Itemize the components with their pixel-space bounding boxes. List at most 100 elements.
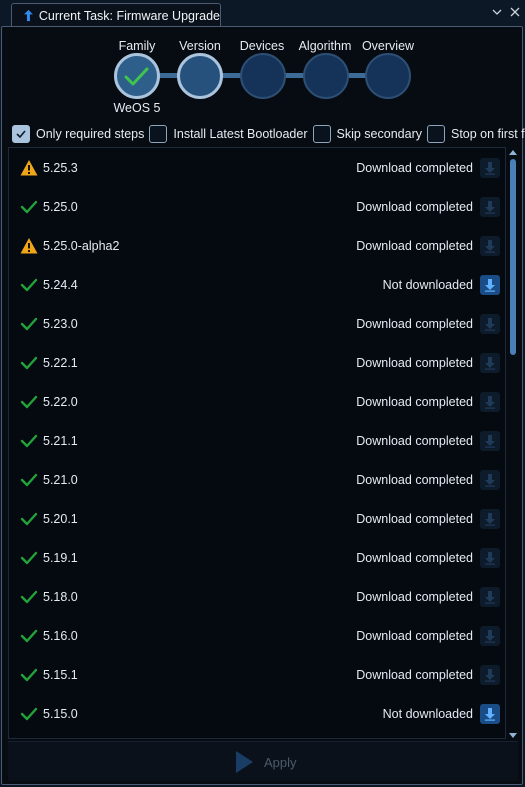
- step-version[interactable]: [177, 53, 223, 99]
- download-button[interactable]: [480, 626, 500, 646]
- apply-button[interactable]: Apply: [234, 750, 297, 774]
- download-button[interactable]: [480, 353, 500, 373]
- option-skip-secondary[interactable]: Skip secondary: [312, 125, 422, 143]
- checkmark-icon: [20, 627, 38, 645]
- version-row[interactable]: 5.25.0 Download completed: [9, 188, 505, 227]
- checkmark-icon: [20, 588, 38, 606]
- download-arrow-icon: [485, 708, 495, 721]
- download-status: Download completed: [356, 512, 473, 526]
- version-row[interactable]: 5.15.0 Not downloaded: [9, 695, 505, 734]
- version-row[interactable]: 5.25.3 Download completed: [9, 149, 505, 188]
- version-row[interactable]: 5.18.0 Download completed: [9, 578, 505, 617]
- step-algorithm[interactable]: [303, 53, 349, 99]
- step-overview[interactable]: [365, 53, 411, 99]
- download-status: Download completed: [356, 356, 473, 370]
- download-button[interactable]: [480, 392, 500, 412]
- download-button[interactable]: [480, 197, 500, 217]
- version-number: 5.25.0-alpha2: [43, 239, 120, 253]
- version-number: 5.20.1: [43, 512, 78, 526]
- download-status: Download completed: [356, 434, 473, 448]
- option-stop-on-first-fail[interactable]: Stop on first fail: [426, 125, 525, 143]
- version-number: 5.16.0: [43, 629, 78, 643]
- checkmark-icon: [124, 67, 149, 86]
- version-row[interactable]: 5.22.0 Download completed: [9, 383, 505, 422]
- download-button[interactable]: [480, 665, 500, 685]
- options-bar: Only required steps Install Latest Bootl…: [12, 123, 525, 145]
- download-button[interactable]: [480, 431, 500, 451]
- version-number: 5.21.1: [43, 434, 78, 448]
- download-button[interactable]: [480, 158, 500, 178]
- download-arrow-icon: [485, 201, 495, 214]
- download-status: Download completed: [356, 200, 473, 214]
- checkmark-icon: [20, 393, 38, 411]
- version-number: 5.19.1: [43, 551, 78, 565]
- warning-icon: [20, 237, 38, 255]
- download-button[interactable]: [480, 587, 500, 607]
- option-install-latest-bootloader[interactable]: Install Latest Bootloader: [149, 125, 308, 143]
- version-number: 5.25.0: [43, 200, 78, 214]
- apply-label: Apply: [264, 754, 297, 770]
- scroll-down-arrow-icon[interactable]: [508, 729, 518, 739]
- version-row[interactable]: 5.24.4 Not downloaded: [9, 266, 505, 305]
- version-row[interactable]: 5.15.1 Download completed: [9, 656, 505, 695]
- checkmark-icon: [20, 705, 38, 723]
- checkmark-icon: [20, 198, 38, 216]
- version-row[interactable]: 5.22.1 Download completed: [9, 344, 505, 383]
- checkmark-icon: [20, 432, 38, 450]
- version-row[interactable]: 5.21.0 Download completed: [9, 461, 505, 500]
- download-status: Download completed: [356, 551, 473, 565]
- checkmark-icon: [20, 354, 38, 372]
- download-button[interactable]: [480, 548, 500, 568]
- stop-on-first-fail-checkbox[interactable]: [426, 125, 445, 143]
- warning-icon: [20, 159, 38, 177]
- download-button[interactable]: [480, 314, 500, 334]
- step-family[interactable]: [114, 53, 160, 99]
- tab-current-task[interactable]: Current Task: Firmware Upgrade: [11, 3, 221, 27]
- checkmark-icon: [20, 510, 38, 528]
- tab-bar: Current Task: Firmware Upgrade: [0, 0, 525, 27]
- only-required-steps-label: Only required steps: [36, 127, 145, 141]
- only-required-steps-checkbox[interactable]: [12, 125, 30, 143]
- chevron-down-icon[interactable]: [491, 6, 503, 18]
- download-button[interactable]: [480, 470, 500, 490]
- download-status: Download completed: [356, 629, 473, 643]
- version-row[interactable]: 5.23.0 Download completed: [9, 305, 505, 344]
- version-row[interactable]: 5.25.0-alpha2 Download completed: [9, 227, 505, 266]
- install-latest-bootloader-label: Install Latest Bootloader: [173, 127, 308, 141]
- version-number: 5.25.3: [43, 161, 78, 175]
- download-arrow-icon: [485, 357, 495, 370]
- download-status: Download completed: [356, 317, 473, 331]
- firmware-upgrade-panel: Family Version Devices Algorithm Overvie…: [1, 26, 525, 785]
- version-row[interactable]: 5.21.1 Download completed: [9, 422, 505, 461]
- version-row[interactable]: 5.20.1 Download completed: [9, 500, 505, 539]
- footer-bar: Apply: [8, 741, 518, 781]
- version-number: 5.22.1: [43, 356, 78, 370]
- version-row[interactable]: 5.19.1 Download completed: [9, 539, 505, 578]
- skip-secondary-checkbox[interactable]: [312, 125, 331, 143]
- close-icon[interactable]: [509, 6, 521, 18]
- download-arrow-icon: [485, 435, 495, 448]
- tab-title: Current Task: Firmware Upgrade: [38, 8, 220, 23]
- version-list[interactable]: 5.25.3 Download completed 5.25.0 Download c…: [8, 147, 506, 739]
- download-button[interactable]: [480, 704, 500, 724]
- option-only-required-steps[interactable]: Only required steps: [12, 125, 144, 143]
- scrollbar-thumb[interactable]: [510, 159, 516, 355]
- download-status: Download completed: [356, 668, 473, 682]
- download-arrow-icon: [485, 513, 495, 526]
- checkmark-icon: [20, 666, 38, 684]
- step-family-value: WeOS 5: [113, 101, 161, 115]
- install-latest-bootloader-checkbox[interactable]: [149, 125, 168, 143]
- download-button[interactable]: [480, 509, 500, 529]
- download-status: Download completed: [356, 395, 473, 409]
- download-button[interactable]: [480, 275, 500, 295]
- step-devices[interactable]: [240, 53, 286, 99]
- version-row[interactable]: 5.16.0 Download completed: [9, 617, 505, 656]
- checkbox-check-icon: [16, 130, 26, 139]
- download-status: Download completed: [356, 161, 473, 175]
- download-arrow-icon: [485, 591, 495, 604]
- scroll-up-arrow-icon[interactable]: [508, 147, 518, 157]
- download-button[interactable]: [480, 236, 500, 256]
- version-list-scrollbar[interactable]: [508, 147, 518, 739]
- download-status: Download completed: [356, 473, 473, 487]
- download-status: Not downloaded: [382, 707, 473, 721]
